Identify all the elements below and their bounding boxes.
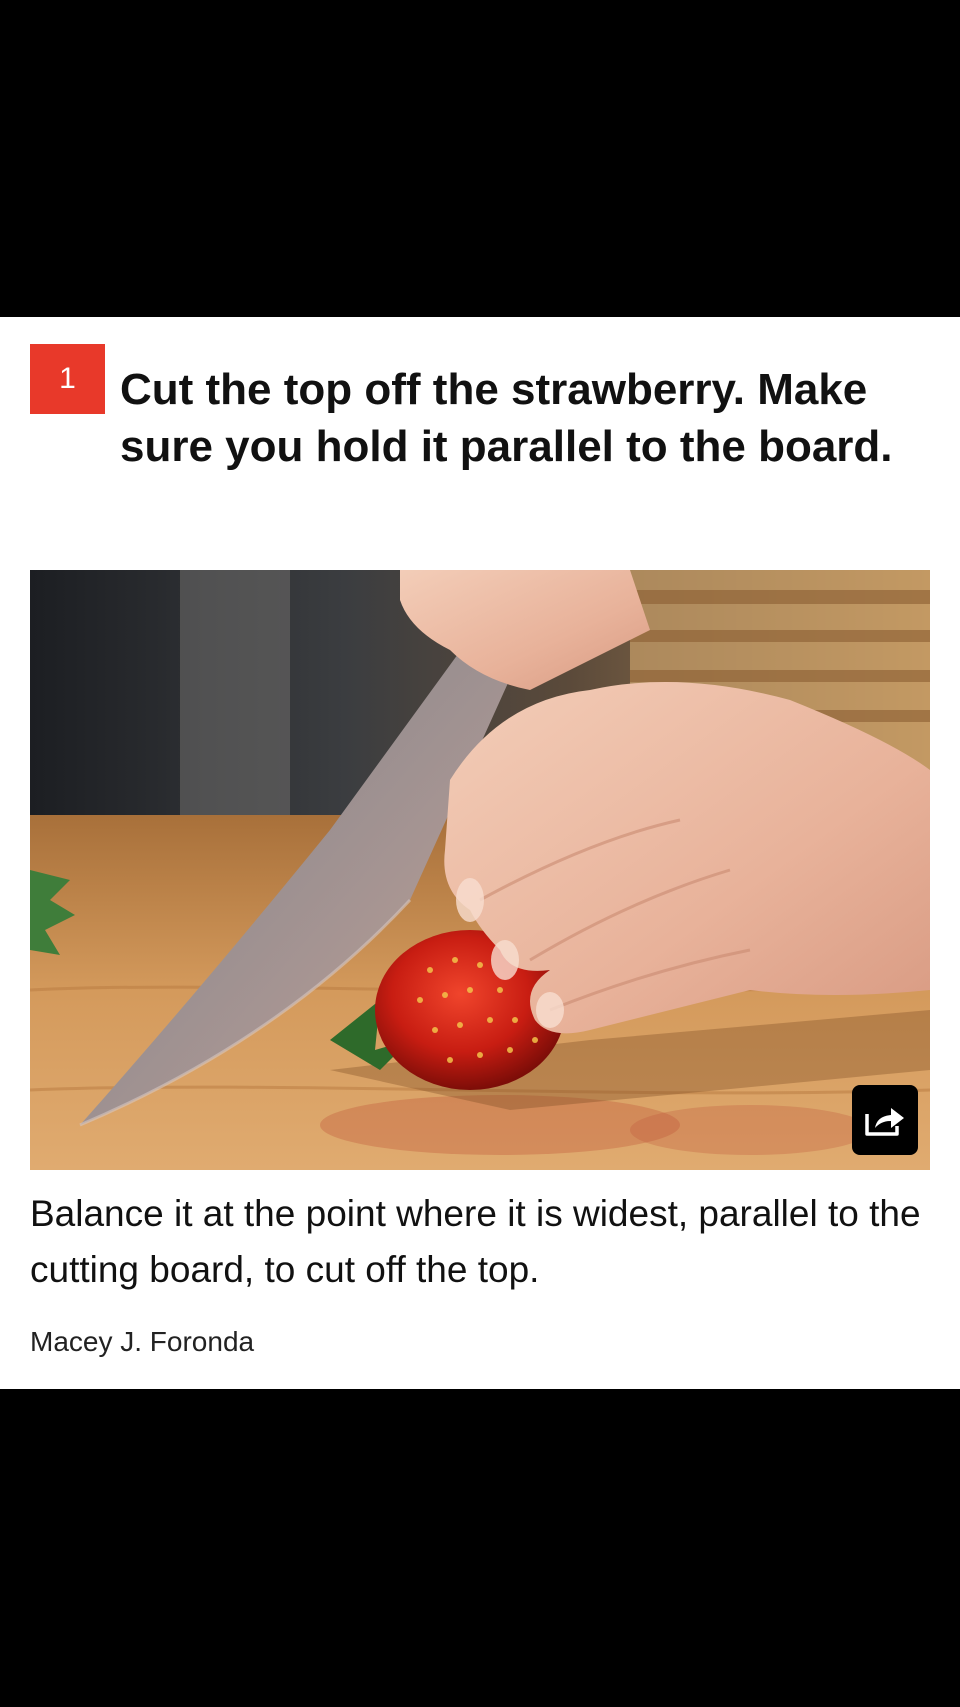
step-photo-illustration [30,570,930,1170]
bottom-black-band [0,1389,960,1707]
photo-credit: Macey J. Foronda [30,1326,255,1357]
share-button[interactable] [852,1085,918,1155]
step-number-badge: 1 [30,344,105,414]
share-arrow-icon [865,1108,904,1136]
step-photo [30,570,930,1170]
top-black-band [0,0,960,317]
step-number: 1 [59,362,76,395]
step-title: Cut the top off the strawberry. Make sur… [120,365,893,471]
step-card: 1 Cut the top off the strawberry. Make s… [0,317,960,1389]
photo-caption: Balance it at the point where it is wide… [30,1193,921,1290]
